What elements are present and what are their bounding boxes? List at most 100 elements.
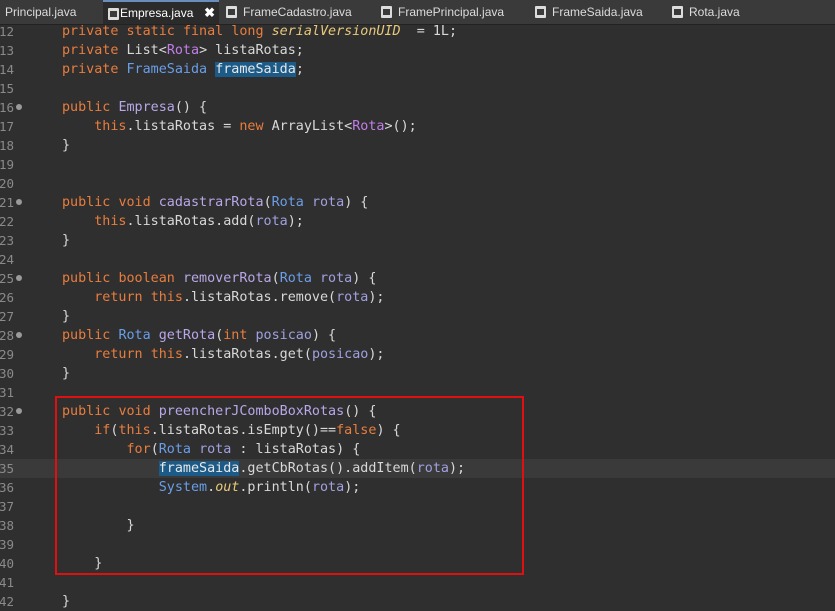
line-number-text: 28 [0,328,14,343]
fold-toggle-icon[interactable] [16,199,22,205]
code-token: final [182,24,232,39]
code-line[interactable]: 17 this.listaRotas = new ArrayList<Rota>… [0,117,835,136]
java-file-icon [226,6,237,18]
code-text: private List<Rota> listaRotas; [62,41,304,60]
line-number-text: 17 [0,119,14,134]
code-token: posicao [311,347,369,362]
code-token: } [62,366,71,381]
code-token: return [94,290,151,305]
tab-label: FramePrincipal.java [398,5,505,19]
code-token: .listaRotas.get( [182,347,312,362]
tab-principal[interactable]: Principal.java [0,0,100,24]
code-line[interactable]: 25 public boolean removerRota(Rota rota) … [0,269,835,288]
code-line[interactable]: 21 public void cadastrarRota(Rota rota) { [0,193,835,212]
code-line[interactable]: 20 [0,174,835,193]
line-number: 41 [0,573,14,592]
java-file-icon [108,8,119,20]
code-text: public Rota getRota(int posicao) { [62,326,336,345]
code-line[interactable]: 27} [0,307,835,326]
code-line[interactable]: 13 private List<Rota> listaRotas; [0,41,835,60]
code-line[interactable]: 22 this.listaRotas.add(rota); [0,212,835,231]
code-line[interactable]: 28 public Rota getRota(int posicao) { [0,326,835,345]
code-token: return [94,347,151,362]
tab-label: FrameSaida.java [552,5,643,19]
code-line[interactable]: 42} [0,592,835,611]
close-icon[interactable]: ✖ [204,2,215,24]
code-line[interactable]: 18} [0,136,835,155]
line-number: 39 [0,535,14,554]
code-line[interactable]: 14 private FrameSaida frameSaida; [0,60,835,79]
line-number-text: 40 [0,556,14,571]
fold-toggle-icon[interactable] [16,408,22,414]
fold-toggle-icon[interactable] [16,275,22,281]
fold-toggle-icon[interactable] [16,332,22,338]
code-token: getRota [158,328,216,343]
code-line[interactable]: 15 [0,79,835,98]
line-number-text: 36 [0,480,14,495]
code-token: List< [126,43,167,58]
code-line[interactable]: 30} [0,364,835,383]
code-token: rota [336,290,369,305]
code-token: .listaRotas = [126,119,240,134]
tab-frameprincipal[interactable]: FramePrincipal.java [381,0,531,24]
line-number: 23 [0,231,14,250]
line-number: 33 [0,421,14,440]
line-number-text: 15 [0,81,14,96]
line-number: 18 [0,136,14,155]
code-token: Rota [118,328,159,343]
line-number: 32 [0,402,14,421]
line-number-text: 37 [0,499,14,514]
tab-empresa[interactable]: Empresa.java ✖ [103,0,219,24]
line-number-text: 31 [0,385,14,400]
code-token: } [62,233,71,248]
code-token: Rota [271,195,312,210]
line-number: 40 [0,554,14,573]
code-line[interactable]: 26 return this.listaRotas.remove(rota); [0,288,835,307]
code-text: } [62,592,70,611]
code-line[interactable]: 41 [0,573,835,592]
code-token: FrameSaida [126,62,216,77]
line-number: 30 [0,364,14,383]
code-text: return this.listaRotas.get(posicao); [62,345,384,364]
code-line[interactable]: 16 public Empresa() { [0,98,835,117]
line-number-text: 14 [0,62,14,77]
code-token: > listaRotas; [199,43,304,58]
code-line[interactable]: 24 [0,250,835,269]
tab-framecadastro[interactable]: FrameCadastro.java [226,0,376,24]
tab-framesaida[interactable]: FrameSaida.java [535,0,665,24]
fold-toggle-icon[interactable] [16,104,22,110]
line-number: 36 [0,478,14,497]
tab-rota[interactable]: Rota.java [672,0,772,24]
code-token: static [126,24,183,39]
line-number-text: 41 [0,575,14,590]
code-token: ); [368,290,385,305]
code-token: long [231,24,272,39]
code-text: public Empresa() { [62,98,207,117]
code-token: = 1L; [400,24,458,39]
code-token: public [62,271,119,286]
code-line[interactable]: 23} [0,231,835,250]
code-token: Empresa [118,100,175,115]
code-line[interactable]: 12 private static final long serialVersio… [0,22,835,41]
code-text: private FrameSaida frameSaida; [62,60,304,79]
code-token: ( [263,195,272,210]
line-number: 21 [0,193,14,212]
line-number: 35 [0,459,14,478]
line-number: 13 [0,41,14,60]
code-token: void [118,195,159,210]
code-line[interactable]: 19 [0,155,835,174]
code-token: Rota [352,119,385,134]
code-token: public [62,195,119,210]
line-number: 31 [0,383,14,402]
code-text: } [62,136,70,155]
line-number-text: 13 [0,43,14,58]
java-file-icon [535,6,546,18]
line-number-text: 38 [0,518,14,533]
code-token: serialVersionUID [271,24,401,39]
line-number: 26 [0,288,14,307]
code-line[interactable]: 29 return this.listaRotas.get(posicao); [0,345,835,364]
tab-label: Principal.java [5,5,77,19]
